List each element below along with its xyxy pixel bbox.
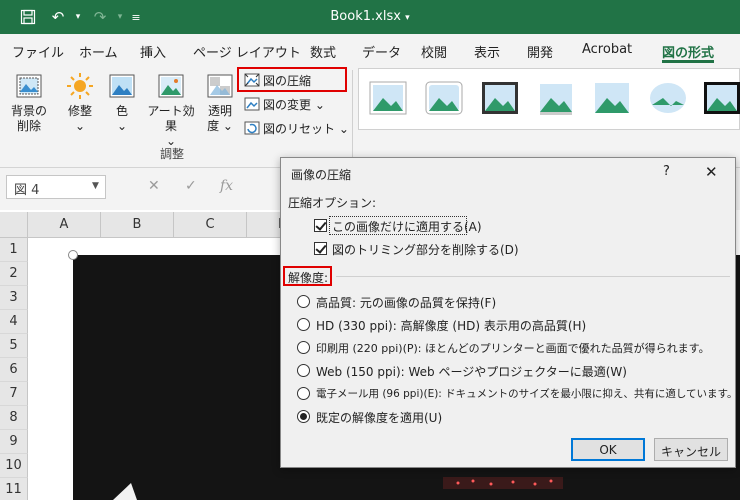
- radio-email-label[interactable]: 電子メール用 (96 ppi)(E): ドキュメントのサイズを最小限に抑え、共有…: [316, 386, 738, 401]
- style-thumb-5[interactable]: [593, 81, 631, 115]
- sun-icon: [67, 73, 93, 99]
- dialog-title: 画像の圧縮: [291, 168, 352, 182]
- enter-formula-icon[interactable]: ✓: [185, 178, 197, 194]
- corrections-label: 修整: [67, 104, 92, 118]
- tab-developer[interactable]: 開発: [527, 42, 553, 61]
- ribbon-separator: [352, 70, 353, 158]
- column-header-a[interactable]: A: [28, 212, 101, 238]
- row-header-1[interactable]: 1: [0, 238, 28, 262]
- transparency-caret: 度 ⌄: [207, 119, 233, 133]
- apply-only-checkbox[interactable]: [314, 219, 327, 232]
- style-thumb-3[interactable]: [481, 81, 519, 115]
- reset-picture-icon: [244, 121, 260, 135]
- row-header-10[interactable]: 10: [0, 454, 28, 478]
- row-header-2[interactable]: 2: [0, 262, 28, 286]
- document-title[interactable]: Book1.xlsx ▾: [0, 9, 740, 24]
- tab-data[interactable]: データ: [362, 42, 401, 61]
- radio-default-resolution[interactable]: [297, 410, 310, 423]
- tab-review[interactable]: 校閲: [421, 42, 447, 61]
- radio-hd-label[interactable]: HD (330 ppi): 高解像度 (HD) 表示用の高品質(H): [316, 317, 586, 334]
- tab-home[interactable]: ホーム: [79, 42, 118, 61]
- cancel-formula-icon[interactable]: ✕: [148, 178, 160, 194]
- apply-only-label[interactable]: この画像だけに適用する(A): [332, 218, 482, 235]
- tab-formulas[interactable]: 数式: [310, 42, 336, 61]
- corrections-button[interactable]: 修整 ⌄: [62, 72, 98, 134]
- help-icon[interactable]: ?: [663, 164, 670, 179]
- style-thumb-4[interactable]: [537, 81, 575, 115]
- title-bar: ↶ ▾ ↷ ▾ ≡ Book1.xlsx ▾: [0, 0, 740, 34]
- resolution-highlight-box: [283, 266, 332, 286]
- radio-web-label[interactable]: Web (150 ppi): Web ページやプロジェクターに最適(W): [316, 363, 627, 380]
- change-picture-button[interactable]: 図の変更 ⌄: [244, 94, 325, 114]
- remove-background-label-2: 削除: [16, 119, 41, 133]
- reset-picture-button[interactable]: 図のリセット ⌄: [244, 118, 349, 138]
- remove-background-label-1: 背景の: [10, 104, 47, 118]
- column-header-c[interactable]: C: [174, 212, 247, 238]
- delete-cropped-label[interactable]: 図のトリミング部分を削除する(D): [332, 241, 519, 258]
- row-header-5[interactable]: 5: [0, 334, 28, 358]
- picture-color-icon: [109, 74, 135, 98]
- compression-options-heading: 圧縮オプション:: [288, 196, 377, 210]
- style-thumb-6[interactable]: [649, 81, 687, 115]
- radio-hd[interactable]: [297, 318, 310, 331]
- artistic-effects-button[interactable]: アート効果 ⌄: [143, 72, 199, 149]
- row-header-6[interactable]: 6: [0, 358, 28, 382]
- tab-view[interactable]: 表示: [474, 42, 500, 61]
- row-header-7[interactable]: 7: [0, 382, 28, 406]
- remove-background-button[interactable]: 背景の 削除: [8, 72, 50, 134]
- corrections-caret: ⌄: [74, 119, 86, 133]
- style-thumb-7[interactable]: [703, 81, 740, 115]
- artistic-effects-icon: [158, 74, 184, 98]
- row-header-8[interactable]: 8: [0, 406, 28, 430]
- style-thumb-1[interactable]: [369, 81, 407, 115]
- row-header-3[interactable]: 3: [0, 286, 28, 310]
- tab-insert[interactable]: 挿入: [140, 42, 166, 61]
- row-header-4[interactable]: 4: [0, 310, 28, 334]
- select-all-corner[interactable]: [0, 212, 28, 238]
- row-header-11[interactable]: 11: [0, 478, 28, 500]
- tab-file[interactable]: ファイル: [12, 42, 64, 61]
- column-header-b[interactable]: B: [101, 212, 174, 238]
- radio-high-fidelity-label[interactable]: 高品質: 元の画像の品質を保持(F): [316, 294, 496, 311]
- tab-page-layout[interactable]: ページ レイアウト: [193, 42, 301, 61]
- cancel-button[interactable]: キャンセル: [654, 438, 728, 461]
- change-picture-icon: [244, 97, 260, 111]
- radio-high-fidelity[interactable]: [297, 295, 310, 308]
- remove-background-icon: [16, 74, 42, 98]
- radio-default-resolution-label[interactable]: 既定の解像度を適用(U): [316, 409, 442, 426]
- delete-cropped-checkbox[interactable]: [314, 242, 327, 255]
- tab-picture-format[interactable]: 図の形式: [662, 42, 714, 61]
- name-box[interactable]: 図 4: [6, 175, 106, 199]
- ribbon-tabs: ファイル ホーム 挿入 ページ レイアウト 数式 データ 校閲 表示 開発 Ac…: [0, 34, 740, 64]
- resize-handle-top-left[interactable]: [68, 250, 78, 260]
- row-header-9[interactable]: 9: [0, 430, 28, 454]
- picture-styles-gallery: [358, 68, 740, 130]
- transparency-button[interactable]: 透明 度 ⌄: [202, 72, 238, 134]
- insert-function-icon[interactable]: fx: [220, 178, 233, 194]
- transparency-label: 透明: [207, 104, 232, 118]
- radio-email[interactable]: [297, 387, 310, 400]
- transparency-icon: [207, 74, 233, 98]
- change-picture-label: 図の変更 ⌄: [263, 97, 325, 112]
- reset-picture-label: 図のリセット ⌄: [263, 121, 349, 136]
- tab-acrobat[interactable]: Acrobat: [582, 42, 632, 57]
- active-tab-indicator: [662, 60, 714, 63]
- ok-button[interactable]: OK: [571, 438, 645, 461]
- style-thumb-2[interactable]: [425, 81, 463, 115]
- adjust-group-label: 調整: [160, 147, 185, 161]
- close-icon[interactable]: ✕: [705, 163, 718, 181]
- radio-print-label[interactable]: 印刷用 (220 ppi)(P): ほとんどのプリンターと画面で優れた品質が得ら…: [316, 340, 710, 356]
- name-box-dropdown-icon[interactable]: ▼: [92, 181, 99, 191]
- color-caret: ⌄: [116, 119, 128, 133]
- color-button[interactable]: 色 ⌄: [106, 72, 138, 134]
- radio-web[interactable]: [297, 364, 310, 377]
- compress-highlight-box: [237, 67, 347, 92]
- artistic-effects-label: アート効果: [147, 104, 195, 133]
- color-label: 色: [115, 104, 128, 118]
- section-divider: [336, 276, 730, 277]
- radio-print[interactable]: [297, 341, 310, 354]
